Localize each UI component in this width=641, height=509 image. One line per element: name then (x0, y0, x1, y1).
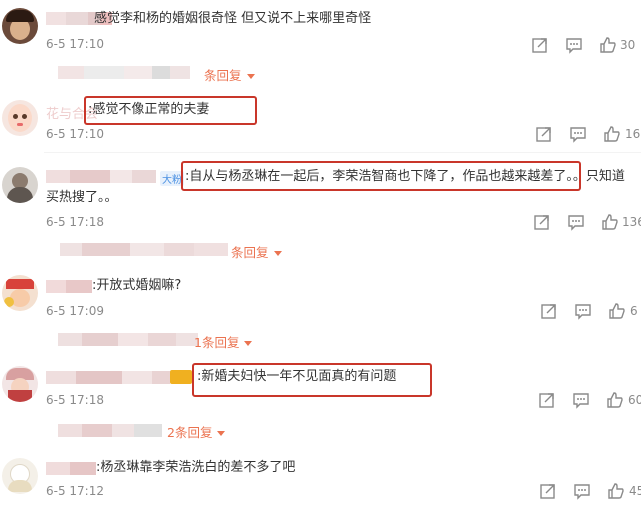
comment-text-continued: 买热搜了。。 (46, 190, 118, 205)
avatar[interactable] (2, 458, 38, 494)
highlight-box (181, 161, 581, 191)
like-count: 6 (630, 304, 638, 318)
avatar[interactable] (2, 275, 38, 311)
chevron-down-icon (217, 431, 226, 436)
comment-text: :开放式婚姻嘛? (92, 278, 182, 293)
comment-icon[interactable] (572, 391, 590, 409)
like-count: 136 (622, 215, 641, 229)
vip-badge-icon (170, 370, 192, 384)
comment-text: :杨丞琳靠李荣浩洗白的差不多了吧 (96, 460, 296, 475)
username-redacted[interactable] (46, 462, 96, 475)
chevron-down-icon (273, 251, 282, 256)
chevron-down-icon (244, 341, 253, 346)
avatar[interactable] (2, 100, 38, 136)
share-icon[interactable] (540, 302, 558, 320)
chevron-down-icon (246, 74, 255, 79)
avatar[interactable] (2, 8, 38, 44)
thumbs-up-icon[interactable] (603, 125, 621, 143)
comment-text: 感觉李和杨的婚姻很奇怪 但又说不上来哪里奇怪 (94, 11, 372, 26)
like-count: 30 (620, 38, 636, 52)
avatar[interactable] (2, 167, 38, 203)
replier-redacted (58, 424, 162, 437)
thumbs-up-icon[interactable] (607, 482, 625, 500)
share-icon[interactable] (535, 125, 553, 143)
comment-time: 6-5 17:09 (46, 304, 104, 318)
comment-time: 6-5 17:18 (46, 393, 104, 407)
view-replies-link[interactable]: 2条回复 (167, 422, 226, 441)
share-icon[interactable] (531, 36, 549, 54)
username-redacted[interactable] (46, 170, 156, 183)
view-replies-link[interactable]: 条回复 (204, 65, 255, 84)
comment-icon[interactable] (565, 36, 583, 54)
like-count: 60 (628, 393, 641, 407)
thumbs-up-icon[interactable] (606, 391, 624, 409)
divider (44, 152, 641, 153)
replier-redacted (58, 333, 198, 346)
comment-time: 6-5 17:12 (46, 484, 104, 498)
like-count: 16 (625, 127, 641, 141)
share-icon[interactable] (533, 213, 551, 231)
like-count: 45 (629, 484, 641, 498)
highlight-box (192, 363, 432, 397)
username-redacted[interactable] (46, 371, 170, 384)
view-replies-link[interactable]: 1条回复 (194, 332, 253, 351)
replier-redacted (60, 243, 228, 256)
highlight-box (84, 96, 257, 125)
comment-time: 6-5 17:18 (46, 215, 104, 229)
username-redacted[interactable] (46, 280, 92, 293)
view-replies-link[interactable]: 条回复 (231, 242, 282, 261)
thumbs-up-icon[interactable] (608, 302, 626, 320)
comment-time: 6-5 17:10 (46, 37, 104, 51)
thumbs-up-icon[interactable] (601, 213, 619, 231)
comment-icon[interactable] (567, 213, 585, 231)
replier-redacted (58, 66, 190, 79)
share-icon[interactable] (539, 482, 557, 500)
comment-icon[interactable] (569, 125, 587, 143)
comment-icon[interactable] (574, 302, 592, 320)
thumbs-up-icon[interactable] (599, 36, 617, 54)
share-icon[interactable] (538, 391, 556, 409)
comment-time: 6-5 17:10 (46, 127, 104, 141)
comment-icon[interactable] (573, 482, 591, 500)
avatar[interactable] (2, 366, 38, 402)
